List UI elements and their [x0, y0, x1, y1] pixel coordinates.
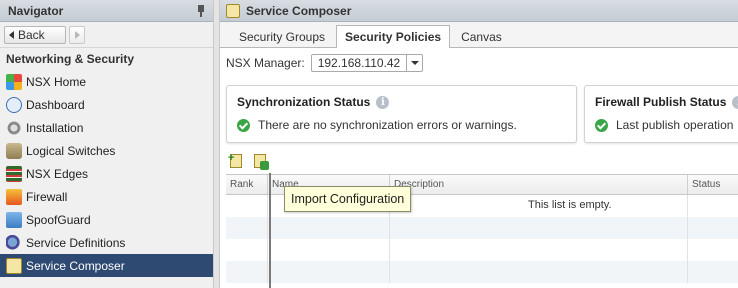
- forward-button[interactable]: [69, 25, 85, 44]
- page-title: Service Composer: [246, 3, 352, 18]
- back-button-label: Back: [18, 27, 45, 42]
- nav-item-label: NSX Home: [26, 74, 87, 89]
- tab-bar: Security Groups Security Policies Canvas: [220, 22, 738, 48]
- check-circle-icon: [595, 118, 608, 132]
- policy-toolbar: +: [228, 150, 269, 172]
- tooltip: Import Configuration: [284, 186, 412, 212]
- table-cell: [226, 217, 268, 239]
- column-header-description[interactable]: Description: [390, 175, 688, 194]
- card-title-row: Synchronization Status i: [237, 95, 390, 109]
- nav-item-service-definitions[interactable]: Service Definitions: [0, 231, 213, 254]
- logical-switches-icon: [6, 142, 22, 159]
- nav-item-label: SpoofGuard: [26, 212, 91, 227]
- back-button[interactable]: Back: [4, 25, 66, 44]
- info-icon[interactable]: i: [732, 95, 738, 109]
- nav-item-spoofguard[interactable]: SpoofGuard: [0, 208, 213, 231]
- table-cell: [390, 239, 688, 261]
- navigator-header: Navigator: [0, 0, 213, 22]
- nav-item-label: Service Composer: [26, 258, 125, 273]
- card-message: Last publish operation: [616, 118, 734, 132]
- nav-item-label: Dashboard: [26, 97, 85, 112]
- firewall-icon: [6, 188, 22, 205]
- nav-item-label: NSX Edges: [26, 166, 89, 181]
- nav-item-service-composer[interactable]: Service Composer: [0, 254, 213, 277]
- back-arrow-icon: [9, 30, 14, 39]
- nav-item-nsx-edges[interactable]: NSX Edges: [0, 162, 213, 185]
- empty-list-message: This list is empty.: [528, 199, 612, 211]
- table-cell: [390, 261, 688, 283]
- table-row: [226, 217, 738, 239]
- table-cell: [226, 195, 268, 217]
- dropdown-button[interactable]: [406, 55, 422, 71]
- navigator-panel: Navigator Back Networking & Security NSX…: [0, 0, 214, 288]
- nsx-manager-label: NSX Manager:: [226, 56, 305, 70]
- table-cell: [226, 239, 268, 261]
- plus-icon: +: [228, 152, 235, 164]
- pin-icon[interactable]: [195, 4, 207, 18]
- table-cell: [226, 261, 268, 283]
- service-composer-icon: [226, 3, 240, 18]
- card-title: Synchronization Status: [237, 95, 371, 109]
- nav-item-firewall[interactable]: Firewall: [0, 185, 213, 208]
- card-message: There are no synchronization errors or w…: [258, 118, 517, 132]
- tab-security-policies[interactable]: Security Policies: [336, 25, 451, 48]
- chevron-down-icon: [410, 61, 419, 65]
- firewall-publish-status-card: Firewall Publish Status i Last publish o…: [584, 85, 738, 143]
- table-cell: [268, 217, 390, 239]
- nav-item-label: Firewall: [26, 189, 68, 204]
- column-header-status[interactable]: Status: [688, 175, 738, 194]
- installation-icon: [6, 119, 22, 136]
- card-title: Firewall Publish Status: [595, 95, 727, 109]
- nsx-home-icon: [6, 73, 22, 90]
- table-row: [226, 261, 738, 283]
- table-cell: [268, 239, 390, 261]
- nav-item-label: Service Definitions: [26, 235, 126, 250]
- nav-item-label: Logical Switches: [26, 143, 116, 158]
- nsx-manager-select[interactable]: 192.168.110.42: [310, 54, 424, 72]
- dashboard-icon: [6, 96, 22, 113]
- status-cards: Synchronization Status i There are no sy…: [226, 85, 738, 143]
- main-header: Service Composer: [220, 0, 738, 22]
- table-cell: [268, 261, 390, 283]
- synchronization-status-card: Synchronization Status i There are no sy…: [226, 85, 577, 143]
- nav-item-dashboard[interactable]: Dashboard: [0, 93, 213, 116]
- nav-item-installation[interactable]: Installation: [0, 116, 213, 139]
- info-icon[interactable]: i: [376, 95, 390, 109]
- import-configuration-icon[interactable]: [252, 153, 269, 170]
- service-composer-icon: [6, 257, 22, 274]
- nsx-edges-icon: [6, 165, 22, 182]
- card-message-row: There are no synchronization errors or w…: [237, 118, 517, 132]
- download-arrow-icon: [260, 161, 269, 170]
- add-policy-icon[interactable]: +: [228, 153, 244, 169]
- navigator-title: Navigator: [8, 3, 64, 18]
- column-resize-line: [269, 173, 271, 288]
- forward-arrow-icon: [74, 30, 80, 39]
- service-definitions-icon: [6, 234, 22, 251]
- check-circle-icon: [237, 118, 250, 132]
- tab-security-groups[interactable]: Security Groups: [230, 26, 334, 47]
- history-nav: Back: [0, 22, 213, 48]
- nsx-manager-row: NSX Manager: 192.168.110.42: [220, 48, 738, 78]
- nav-item-nsx-home[interactable]: NSX Home: [0, 70, 213, 93]
- tab-canvas[interactable]: Canvas: [452, 26, 511, 47]
- nav-item-label: Installation: [26, 120, 84, 135]
- section-title: Networking & Security: [6, 52, 135, 66]
- table-row: [226, 239, 738, 261]
- column-header-rank[interactable]: Rank: [226, 175, 268, 194]
- table-cell: [390, 217, 688, 239]
- card-message-row: Last publish operation: [595, 118, 733, 132]
- nsx-manager-value: 192.168.110.42: [317, 56, 401, 70]
- service-composer-panel: Service Composer Security Groups Securit…: [220, 0, 738, 288]
- spoofguard-icon: [6, 211, 22, 228]
- nav-item-logical-switches[interactable]: Logical Switches: [0, 139, 213, 162]
- card-title-row: Firewall Publish Status i: [595, 95, 738, 109]
